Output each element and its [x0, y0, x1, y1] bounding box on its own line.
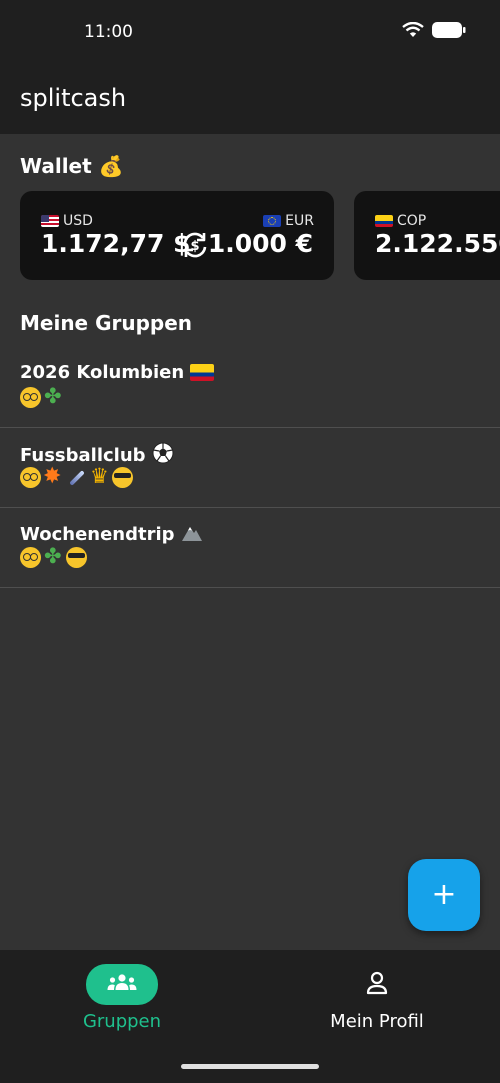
flag-us-icon	[41, 215, 59, 227]
status-bar: 11:00	[0, 0, 500, 62]
group-item-wochenendtrip[interactable]: Wochenendtrip	[0, 507, 500, 588]
four-leaf-clover-emoji	[43, 544, 64, 568]
nav-item-gruppen[interactable]: Gruppen	[22, 964, 222, 1032]
four-leaf-clover-emoji	[43, 384, 64, 408]
nerd-face-emoji	[20, 547, 41, 568]
to-currency-code: EUR	[285, 213, 314, 229]
flag-co-icon	[375, 215, 393, 227]
svg-text:$: $	[190, 239, 199, 254]
currency-exchange-icon[interactable]: $	[179, 229, 211, 261]
smiling-face-with-sunglasses-emoji	[112, 467, 133, 488]
wallet-card-cop[interactable]: COP 2.122.550	[354, 191, 500, 280]
add-group-button[interactable]: +	[408, 859, 480, 931]
soccer-ball-icon	[152, 442, 174, 469]
amount: 2.122.550	[375, 229, 500, 258]
battery-icon	[432, 22, 466, 42]
wifi-icon	[402, 21, 424, 42]
wallet-title: Wallet 💰	[20, 154, 124, 178]
flag-co-icon	[190, 364, 215, 381]
nerd-face-emoji	[20, 387, 41, 408]
nav-item-mein-profil[interactable]: Mein Profil	[277, 964, 477, 1032]
to-amount: 1.000 €	[207, 229, 313, 258]
app-title: splitcash	[20, 84, 127, 112]
nav-label-gruppen: Gruppen	[82, 1011, 162, 1032]
groups-icon	[106, 973, 138, 997]
to-currency: EUR	[263, 213, 314, 229]
nav-label-mein-profil: Mein Profil	[330, 1011, 424, 1032]
from-currency-code: USD	[63, 213, 93, 229]
status-time: 11:00	[84, 22, 133, 42]
mountain-icon	[181, 522, 203, 547]
group-name-text: Wochenendtrip	[20, 524, 175, 545]
smiling-face-with-sunglasses-emoji	[66, 547, 87, 568]
from-currency: USD	[41, 213, 93, 229]
group-members	[20, 384, 64, 408]
flag-eu-icon	[263, 215, 282, 227]
comet-emoji	[66, 467, 87, 488]
person-icon	[366, 971, 388, 999]
crown-emoji	[89, 464, 110, 488]
home-indicator[interactable]	[181, 1064, 319, 1069]
status-icons	[402, 21, 466, 42]
nav-active-indicator	[86, 964, 158, 1005]
group-item-fussballclub[interactable]: Fussballclub	[0, 427, 500, 508]
wallet-card-usd-eur[interactable]: USD 1.172,77 $ $ EUR 1.000 €	[20, 191, 334, 280]
group-name: 2026 Kolumbien	[20, 362, 215, 383]
group-name-text: Fussballclub	[20, 445, 146, 466]
nerd-face-emoji	[20, 467, 41, 488]
groups-title: Meine Gruppen	[20, 311, 193, 335]
group-members	[20, 464, 133, 489]
group-members	[20, 544, 87, 568]
plus-icon: +	[431, 877, 457, 912]
group-item-kolumbien[interactable]: 2026 Kolumbien	[0, 347, 500, 428]
nav-icon-container	[341, 964, 413, 1005]
wallet-carousel[interactable]: USD 1.172,77 $ $ EUR 1.000 € COP 2.122.5…	[20, 191, 500, 280]
currency: COP	[375, 213, 426, 229]
collision-emoji	[43, 464, 64, 489]
group-name-text: 2026 Kolumbien	[20, 362, 185, 383]
from-amount: 1.172,77 $	[41, 229, 191, 258]
currency-code: COP	[397, 213, 427, 229]
app-bar: splitcash	[0, 62, 500, 134]
